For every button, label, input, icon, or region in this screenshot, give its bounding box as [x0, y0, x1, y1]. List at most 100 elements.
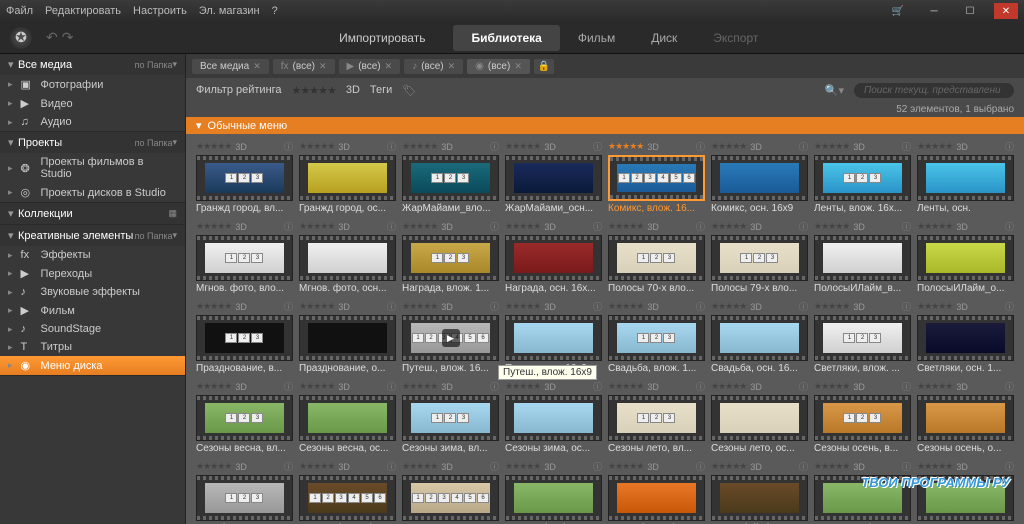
redo-icon[interactable]: ↷ [62, 29, 74, 46]
thumbnail[interactable]: 123 [196, 395, 293, 441]
menu-file[interactable]: Файл [6, 5, 33, 17]
info-icon[interactable]: ⓘ [799, 300, 808, 313]
cart-icon[interactable]: 🛒 [886, 3, 910, 19]
rating-stars[interactable]: ★★★★★ [402, 221, 437, 232]
thumbnail-cell[interactable]: ★★★★★3Dⓘ123Ленты, влож. 16x... [814, 140, 911, 214]
thumbnail[interactable]: 123 [196, 475, 293, 521]
sidebar-header-projects[interactable]: ▾ Проекты по Папка ▾ [0, 132, 185, 153]
rating-stars[interactable]: ★★★★★ [814, 461, 849, 472]
thumbnail-cell[interactable]: ★★★★★3DⓘГранжд город, ос... [299, 140, 396, 214]
sidebar-item[interactable]: ▸◉Меню диска [0, 356, 185, 375]
thumbnail[interactable] [917, 395, 1014, 441]
thumbnail[interactable] [917, 155, 1014, 201]
thumbnail-cell[interactable]: ★★★★★3DⓘСпорт - футбол, ... [505, 460, 602, 524]
rating-stars[interactable]: ★★★★★ [608, 141, 643, 152]
thumbnail[interactable]: 123 [402, 235, 499, 281]
thumbnail-cell[interactable]: ★★★★★3DⓘПутеш., осн. 16x9 [505, 300, 602, 374]
thumbnail[interactable]: 123 [402, 395, 499, 441]
rating-stars[interactable]: ★★★★★ [711, 301, 746, 312]
sidebar-item[interactable]: ▸fxЭффекты [0, 246, 185, 264]
sidebar-item[interactable]: ▸▣Фотографии [0, 75, 185, 94]
rating-stars[interactable]: ★★★★★ [917, 221, 952, 232]
sidebar-item[interactable]: ▸▶Фильм [0, 301, 185, 320]
thumbnail[interactable]: 123 [814, 395, 911, 441]
thumbnail-cell[interactable]: ★★★★★3Dⓘ123Свадьба, влож. 1... [608, 300, 705, 374]
rating-stars[interactable]: ★★★★★ [299, 141, 334, 152]
rating-stars[interactable]: ★★★★★ [814, 221, 849, 232]
info-icon[interactable]: ⓘ [387, 220, 396, 233]
thumbnail-cell[interactable]: ★★★★★3DⓘЛенты, осн. [917, 140, 1014, 214]
sidebar-item[interactable]: ▸▶Переходы [0, 264, 185, 283]
pill-trans[interactable]: ▶(все)✕ [339, 59, 401, 74]
info-icon[interactable]: ⓘ [490, 380, 499, 393]
rating-stars[interactable]: ★★★★★ [711, 221, 746, 232]
rating-stars[interactable]: ★★★★★ [711, 141, 746, 152]
thumbnail-cell[interactable]: ★★★★★3Dⓘ123Полосы 70-х вло... [608, 220, 705, 294]
thumbnail-cell[interactable]: ★★★★★3Dⓘ123Сезоны лето, вл... [608, 380, 705, 454]
info-icon[interactable]: ⓘ [696, 300, 705, 313]
info-icon[interactable]: ⓘ [1005, 380, 1014, 393]
sidebar-item[interactable]: ▸♫Аудио [0, 113, 185, 131]
tag-icon[interactable]: 🏷 [402, 84, 416, 97]
filter-3d[interactable]: 3D [346, 84, 360, 96]
rating-stars[interactable]: ★★★★★ [299, 301, 334, 312]
info-icon[interactable]: ⓘ [1005, 460, 1014, 473]
info-icon[interactable]: ⓘ [490, 300, 499, 313]
close-icon[interactable]: ✕ [448, 61, 456, 72]
info-icon[interactable]: ⓘ [490, 140, 499, 153]
rating-stars[interactable]: ★★★★★ [711, 381, 746, 392]
rating-stars[interactable]: ★★★★★ [505, 301, 540, 312]
rating-filter[interactable]: ★★★★★ [292, 84, 336, 97]
rating-stars[interactable]: ★★★★★ [814, 381, 849, 392]
info-icon[interactable]: ⓘ [593, 140, 602, 153]
rating-stars[interactable]: ★★★★★ [814, 141, 849, 152]
thumbnail-cell[interactable]: ★★★★★3DⓘСвадьба, осн. 16... [711, 300, 808, 374]
thumbnail[interactable] [711, 315, 808, 361]
thumbnail-cell[interactable]: ★★★★★3Dⓘ123456Спорт - баскетбо... [299, 460, 396, 524]
thumbnail[interactable] [917, 235, 1014, 281]
rating-stars[interactable]: ★★★★★ [299, 381, 334, 392]
info-icon[interactable]: ⓘ [1005, 140, 1014, 153]
thumbnail[interactable] [711, 395, 808, 441]
thumbnail-cell[interactable]: ★★★★★3DⓘПразднование, о... [299, 300, 396, 374]
thumbnail-cell[interactable]: ★★★★★3Dⓘ123Сезоны осень, в... [814, 380, 911, 454]
thumbnail[interactable]: 123 [711, 235, 808, 281]
menu-estore[interactable]: Эл. магазин [199, 5, 260, 17]
rating-stars[interactable]: ★★★★★ [402, 141, 437, 152]
thumbnail-cell[interactable]: ★★★★★3Dⓘ123456Комикс, влож. 16... [608, 140, 705, 214]
nav-library[interactable]: Библиотека [453, 25, 559, 51]
rating-stars[interactable]: ★★★★★ [196, 381, 231, 392]
nav-import[interactable]: Импортировать [321, 25, 443, 51]
undo-icon[interactable]: ↶ [46, 29, 58, 46]
rating-stars[interactable]: ★★★★★ [402, 381, 437, 392]
rating-stars[interactable]: ★★★★★ [505, 461, 540, 472]
rating-stars[interactable]: ★★★★★ [505, 141, 540, 152]
thumbnail[interactable]: 123 [608, 395, 705, 441]
thumbnail-cell[interactable]: ★★★★★3DⓘСезоны зима, ос... [505, 380, 602, 454]
info-icon[interactable]: ⓘ [902, 460, 911, 473]
rating-stars[interactable]: ★★★★★ [196, 461, 231, 472]
thumbnail[interactable] [711, 475, 808, 521]
thumbnail[interactable] [711, 155, 808, 201]
rating-stars[interactable]: ★★★★★ [196, 301, 231, 312]
thumbnail-cell[interactable]: ★★★★★3DⓘПолосыИЛайм_о... [917, 220, 1014, 294]
info-icon[interactable]: ⓘ [593, 220, 602, 233]
thumbnail-cell[interactable]: ★★★★★3Dⓘ123Празднование, в... [196, 300, 293, 374]
thumbnail-cell[interactable]: ★★★★★3Dⓘ123Сезоны весна, вл... [196, 380, 293, 454]
info-icon[interactable]: ⓘ [696, 220, 705, 233]
thumbnail-cell[interactable]: ★★★★★3DⓘКомикс, осн. 16x9 [711, 140, 808, 214]
menu-setup[interactable]: Настроить [133, 5, 187, 17]
info-icon[interactable]: ⓘ [799, 460, 808, 473]
maximize-button[interactable]: ☐ [958, 3, 982, 19]
rating-stars[interactable]: ★★★★★ [402, 461, 437, 472]
thumbnail[interactable]: 123 [608, 235, 705, 281]
thumbnail[interactable]: 123 [608, 315, 705, 361]
sort-label[interactable]: по Папка [135, 60, 173, 70]
thumbnail-cell[interactable]: ★★★★★3DⓘСезоны осень, о... [917, 380, 1014, 454]
thumbnail-cell[interactable]: ★★★★★3DⓘПолосыИЛайм_в... [814, 220, 911, 294]
thumbnail[interactable]: 123 [814, 155, 911, 201]
info-icon[interactable]: ⓘ [799, 380, 808, 393]
thumbnail-cell[interactable]: ★★★★★3Dⓘ123Сезоны зима, вл... [402, 380, 499, 454]
sidebar-item[interactable]: ▸♪SoundStage [0, 320, 185, 338]
info-icon[interactable]: ⓘ [799, 140, 808, 153]
